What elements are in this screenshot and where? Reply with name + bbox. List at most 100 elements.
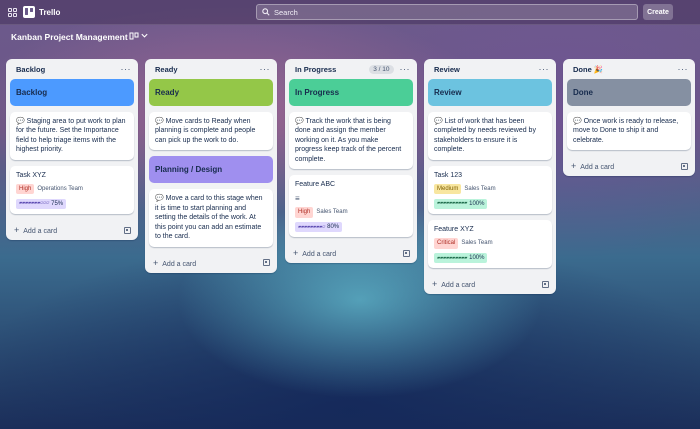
cover-card-backlog[interactable]: Backlog [10, 79, 134, 106]
add-card-button[interactable]: + Add a card [14, 225, 57, 235]
card-title: Task 123 [434, 171, 463, 179]
list-header: Review ··· [428, 59, 552, 79]
list-backlog: Backlog ··· Backlog 💬 Staging area to pu… [6, 59, 138, 241]
description-card[interactable]: 💬 List of work that has been completed b… [428, 112, 552, 160]
add-card-label: Add a card [23, 228, 58, 236]
card-title: Feature XYZ [434, 226, 474, 234]
progress-bar: ▰▰▰▰▰▰▰▰▰▰ [437, 254, 468, 261]
card-description: 💬 Move cards to Ready when planning is c… [155, 118, 256, 144]
template-icon[interactable] [403, 249, 410, 257]
more-icon[interactable]: ··· [400, 64, 411, 74]
card-title: Task XYZ [16, 171, 46, 179]
priority-label: High [16, 184, 35, 195]
list-header: Done 🎉 ··· [567, 59, 691, 79]
cover-title: Planning / Design [155, 165, 223, 175]
cover-card-done[interactable]: Done [567, 79, 691, 106]
cover-title: Done [573, 88, 593, 97]
task-card[interactable]: Task XYZ High Operations Team ▰▰▰▰▰▰▰▱▱▱… [10, 165, 134, 215]
team-label: Sales Team [461, 240, 493, 247]
list-title[interactable]: Done 🎉 [573, 65, 603, 74]
wip-limit-badge: 3 / 10 [369, 64, 394, 74]
board-title[interactable]: Kanban Project Management [11, 32, 128, 42]
add-card-label: Add a card [441, 282, 476, 290]
priority-label: Critical [434, 238, 459, 249]
add-card-button[interactable]: + Add a card [293, 248, 336, 258]
priority-label: High [295, 207, 314, 218]
add-card-button[interactable]: + Add a card [153, 258, 196, 268]
app-switcher-icon[interactable] [8, 8, 17, 17]
task-card[interactable]: Feature XYZ Critical Sales Team ▰▰▰▰▰▰▰▰… [428, 220, 552, 269]
template-icon[interactable] [681, 162, 688, 170]
card-description: 💬 Once work is ready to release, move to… [573, 118, 679, 144]
cover-title: Review [434, 88, 462, 97]
list-ready: Ready ··· Ready 💬 Move cards to Ready wh… [145, 59, 277, 273]
search-input[interactable] [274, 7, 614, 17]
progress-bar: ▰▰▰▰▰▰▰▱▱▱ [19, 200, 50, 207]
add-card-row: + Add a card [10, 220, 134, 240]
list-title[interactable]: Ready [155, 65, 178, 74]
more-icon[interactable]: ··· [539, 64, 550, 74]
card-description: 💬 Staging area to put work to plan for t… [16, 118, 126, 154]
plus-icon: + [571, 161, 577, 172]
progress-value: 100% [469, 200, 485, 207]
add-card-row: + Add a card [149, 253, 273, 273]
more-icon[interactable]: ··· [121, 64, 132, 74]
progress-bar: ▰▰▰▰▰▰▰▰▱ [298, 223, 326, 230]
app-name: Trello [39, 7, 61, 17]
add-card-label: Add a card [302, 251, 337, 259]
template-icon[interactable] [263, 259, 270, 266]
list-title[interactable]: Backlog [16, 65, 45, 74]
cover-title: Ready [155, 88, 180, 97]
description-card[interactable]: 💬 Move a card to this stage when it is t… [149, 189, 273, 247]
add-card-row: + Add a card [289, 243, 413, 263]
list-review: Review ··· Review 💬 List of work that ha… [424, 59, 556, 295]
add-card-label: Add a card [580, 164, 615, 172]
add-card-row: + Add a card [567, 156, 691, 176]
add-card-button[interactable]: + Add a card [571, 161, 614, 171]
add-card-label: Add a card [162, 260, 197, 268]
description-card[interactable]: 💬 Track the work that is being done and … [289, 112, 413, 170]
plus-icon: + [293, 248, 299, 259]
description-card[interactable]: 💬 Staging area to put work to plan for t… [10, 112, 134, 160]
cover-card-ready[interactable]: Ready [149, 79, 273, 106]
card-description: 💬 Move a card to this stage when it is t… [155, 195, 263, 241]
description-card[interactable]: 💬 Once work is ready to release, move to… [567, 112, 691, 151]
plus-icon: + [14, 225, 20, 236]
task-card[interactable]: Feature ABC ≡ High Sales Team ▰▰▰▰▰▰▰▰▱ … [289, 175, 413, 238]
cover-card-review[interactable]: Review [428, 79, 552, 106]
list-title[interactable]: In Progress [295, 65, 336, 74]
description-card[interactable]: 💬 Move cards to Ready when planning is c… [149, 112, 273, 151]
plus-icon: + [432, 279, 438, 290]
progress-value: 100% [469, 255, 485, 262]
cover-card-in-progress[interactable]: In Progress [289, 79, 413, 106]
board-view-icon[interactable] [129, 31, 139, 41]
list-title[interactable]: Review [434, 65, 460, 74]
more-icon[interactable]: ··· [260, 64, 271, 74]
progress-badge: ▰▰▰▰▰▰▰▱▱▱ 75% [16, 198, 67, 210]
search-box[interactable] [256, 4, 638, 20]
team-label: Sales Team [316, 209, 348, 216]
add-card-button[interactable]: + Add a card [432, 279, 475, 289]
cover-title: In Progress [295, 88, 340, 97]
top-navigation-bar: Trello Create [0, 0, 700, 25]
list-header: In Progress 3 / 10 ··· [289, 59, 413, 79]
cover-card-planning[interactable]: Planning / Design [149, 156, 273, 184]
description-icon: ≡ [295, 193, 300, 203]
cover-title: Backlog [16, 88, 48, 97]
chevron-down-icon[interactable] [140, 31, 149, 40]
trello-logo[interactable]: Trello [23, 6, 60, 18]
priority-label: Medium [434, 184, 462, 195]
progress-value: 75% [51, 200, 64, 207]
progress-bar: ▰▰▰▰▰▰▰▰▰▰ [437, 200, 468, 207]
progress-value: 80% [327, 224, 340, 231]
card-description: 💬 Track the work that is being done and … [295, 118, 402, 163]
list-header: Ready ··· [149, 59, 273, 79]
more-icon[interactable]: ··· [678, 64, 689, 74]
search-icon [262, 8, 270, 16]
create-button[interactable]: Create [643, 4, 673, 20]
template-icon[interactable] [542, 280, 549, 288]
template-icon[interactable] [124, 226, 131, 234]
card-title: Feature ABC [295, 181, 336, 189]
task-card[interactable]: Task 123 Medium Sales Team ▰▰▰▰▰▰▰▰▰▰ 10… [428, 165, 552, 215]
progress-badge: ▰▰▰▰▰▰▰▰▰▰ 100% [434, 198, 488, 210]
